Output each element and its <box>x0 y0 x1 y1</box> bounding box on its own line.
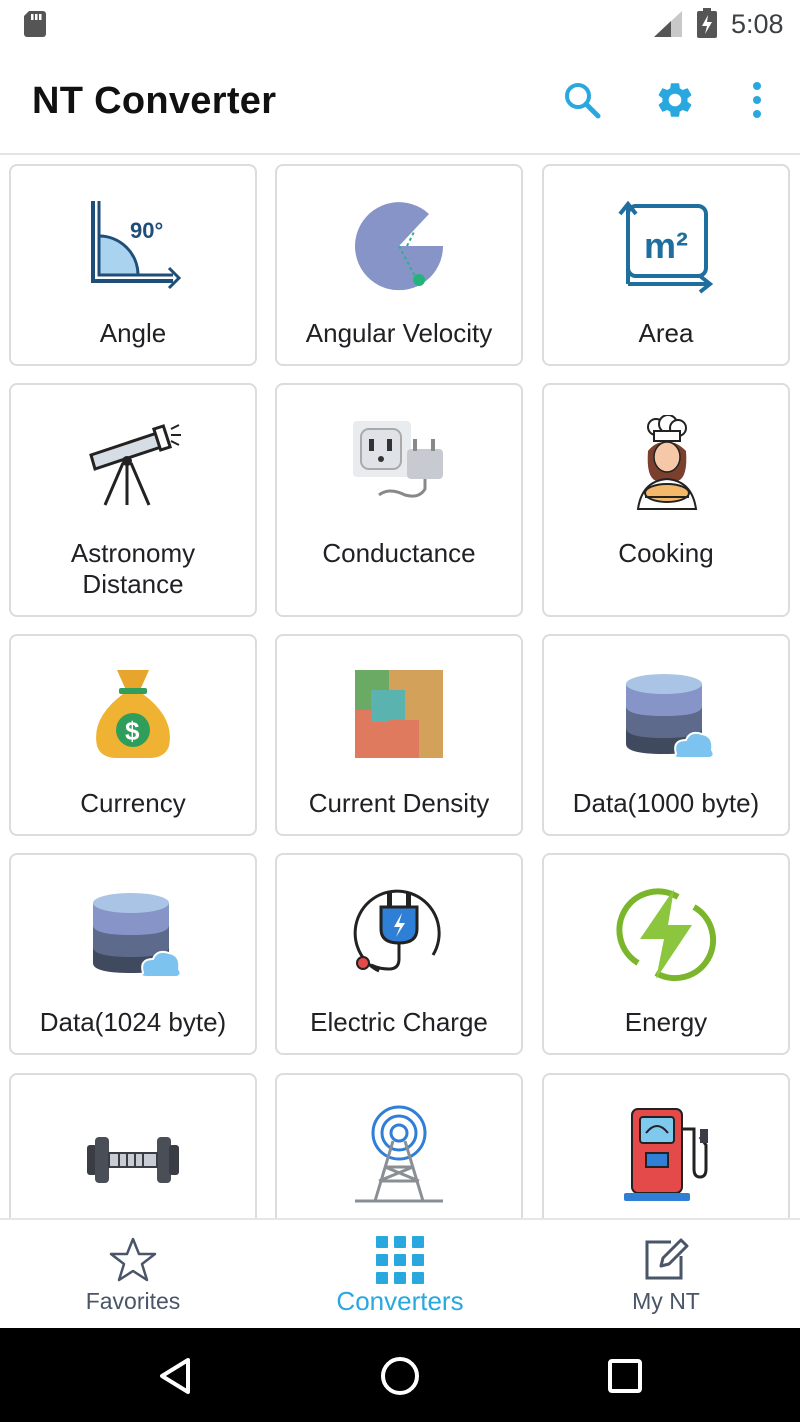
converter-label: Data(1024 byte) <box>39 1007 227 1037</box>
converter-card-current-density[interactable]: Current Density <box>275 634 523 836</box>
converter-label: Energy <box>624 1007 708 1037</box>
converter-card-electric-charge[interactable]: Electric Charge <box>275 853 523 1055</box>
battery-charging-icon <box>697 8 717 43</box>
converter-label: Angular Velocity <box>305 318 493 348</box>
nav-converters[interactable]: Converters <box>267 1220 533 1328</box>
home-icon <box>381 1357 419 1395</box>
recents-icon <box>608 1359 642 1393</box>
fuel-pump-icon <box>624 1108 708 1201</box>
converter-card-currency[interactable]: $ Currency <box>9 634 257 836</box>
converter-label: Currency <box>80 788 186 818</box>
back-button[interactable] <box>148 1348 204 1404</box>
converter-card-data-1024[interactable]: Data(1024 byte) <box>9 853 257 1055</box>
converter-card-weight[interactable] <box>9 1073 257 1218</box>
status-bar: 5:08 <box>0 0 800 50</box>
bottom-navigation: Favorites Converters My NT <box>0 1218 800 1328</box>
converter-label: Area <box>638 318 694 348</box>
chef-icon <box>636 415 698 510</box>
back-icon <box>160 1358 190 1394</box>
nav-label: Converters <box>336 1286 464 1316</box>
sd-card-icon <box>24 11 46 42</box>
svg-text:90°: 90° <box>130 218 163 243</box>
converter-card-frequency[interactable] <box>275 1073 523 1218</box>
gear-icon <box>658 83 692 117</box>
signal-icon <box>654 11 682 42</box>
angle-icon: 90° <box>91 201 182 290</box>
home-button[interactable] <box>372 1348 428 1404</box>
nav-my-nt[interactable]: My NT <box>533 1220 799 1328</box>
settings-button[interactable] <box>651 76 699 124</box>
recents-button[interactable] <box>597 1348 653 1404</box>
system-navigation-bar <box>0 1328 800 1422</box>
status-time: 5:08 <box>731 9 784 39</box>
converter-card-conductance[interactable]: Conductance <box>275 383 523 617</box>
energy-bolt-icon <box>616 888 716 982</box>
money-bag-icon: $ <box>96 670 170 758</box>
converter-card-fuel[interactable] <box>542 1073 790 1218</box>
converter-grid: 90° Angle Angular Velocity m² Area Astro… <box>0 155 800 1218</box>
converter-card-data-1000[interactable]: Data(1000 byte) <box>542 634 790 836</box>
edit-icon <box>645 1238 689 1280</box>
svg-text:m²: m² <box>644 225 688 266</box>
star-icon <box>109 1237 157 1282</box>
nav-favorites[interactable]: Favorites <box>0 1220 266 1328</box>
converter-label: Electric Charge <box>310 1007 488 1037</box>
converter-label: Angle <box>99 318 167 348</box>
converter-card-energy[interactable]: Energy <box>542 853 790 1055</box>
database-cloud-icon <box>93 893 182 978</box>
converter-label: Conductance <box>322 538 476 568</box>
current-density-icon <box>355 670 443 758</box>
converter-card-cooking[interactable]: Cooking <box>542 383 790 617</box>
converter-card-angular-velocity[interactable]: Angular Velocity <box>275 164 523 366</box>
more-vert-icon <box>753 82 761 118</box>
database-cloud-icon <box>626 674 715 759</box>
svg-text:$: $ <box>125 716 140 746</box>
grid-icon <box>376 1236 424 1284</box>
search-button[interactable] <box>558 76 606 124</box>
converter-label: Cooking <box>618 538 714 568</box>
app-bar: NT Converter <box>0 50 800 155</box>
converter-label: Astronomy Distance <box>70 538 196 599</box>
converter-label: Data(1000 byte) <box>572 788 760 818</box>
dumbbell-icon <box>87 1137 179 1183</box>
search-icon <box>565 83 601 119</box>
converter-card-angle[interactable]: 90° Angle <box>9 164 257 366</box>
area-icon: m² <box>618 200 714 294</box>
nav-label: My NT <box>632 1288 700 1314</box>
converter-card-astronomy-distance[interactable]: Astronomy Distance <box>9 383 257 617</box>
power-outlet-icon <box>353 421 443 498</box>
more-options-button[interactable] <box>733 76 781 124</box>
telescope-icon <box>89 424 181 506</box>
converter-label: Current Density <box>308 788 490 818</box>
converter-card-area[interactable]: m² Area <box>542 164 790 366</box>
page-title: NT Converter <box>32 80 277 122</box>
radio-tower-icon <box>355 1105 443 1203</box>
nav-label: Favorites <box>85 1288 181 1314</box>
plug-icon <box>353 889 441 973</box>
angular-velocity-icon <box>355 202 444 291</box>
